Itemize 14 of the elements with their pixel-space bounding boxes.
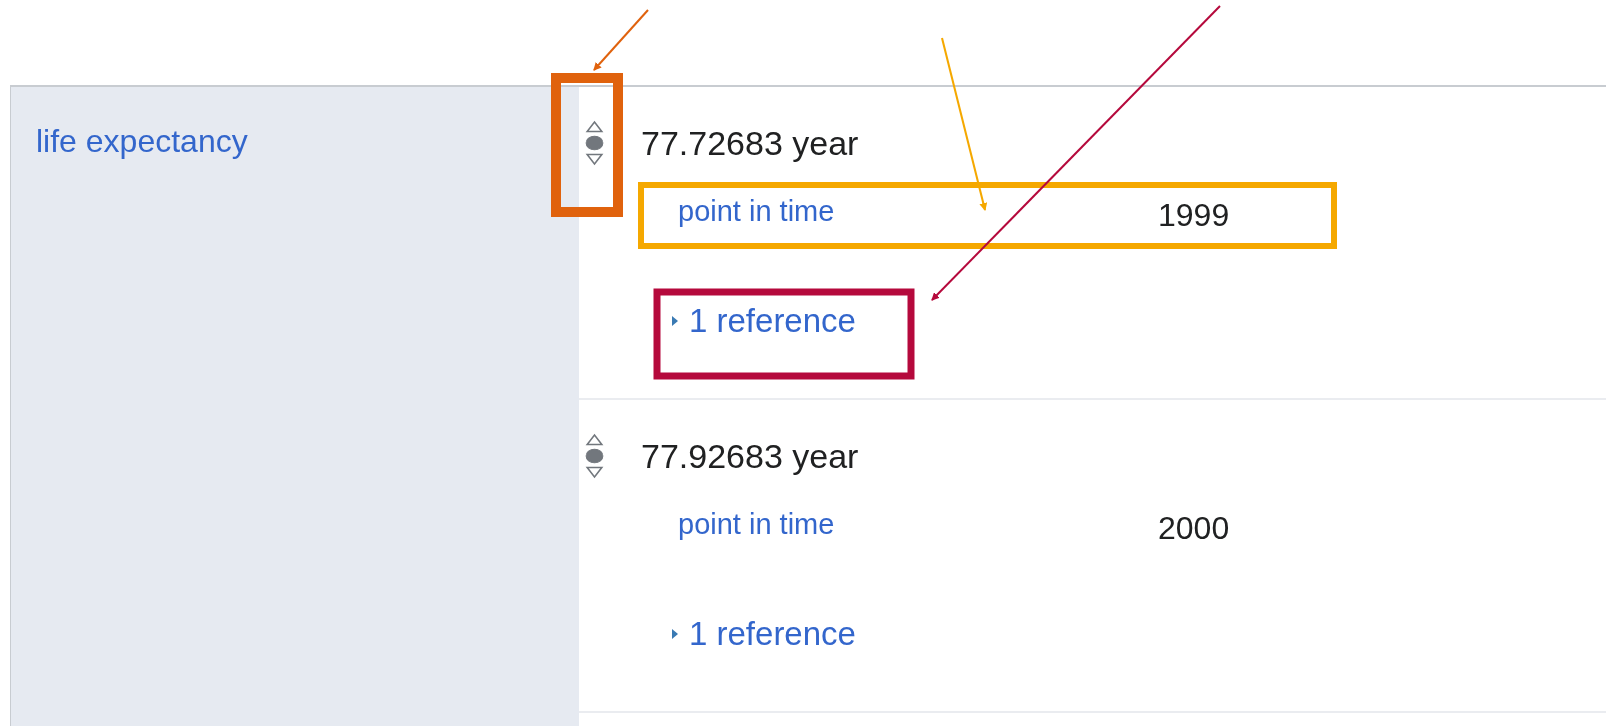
references-toggle[interactable]: 1 reference: [671, 301, 856, 341]
qualifier-link[interactable]: point in time: [678, 191, 1158, 235]
property-link[interactable]: life expectancy: [36, 123, 248, 159]
expand-triangle-icon: [671, 315, 679, 327]
qualifier-link[interactable]: point in time: [678, 504, 1158, 548]
references-toggle[interactable]: 1 reference: [671, 614, 856, 654]
rank-selector-icon[interactable]: [584, 432, 605, 480]
qualifier-value: 1999: [1158, 196, 1230, 235]
pointer-arrow: [593, 9, 649, 71]
statement-value: 77.92683 year: [641, 436, 859, 477]
qualifier-value: 2000: [1158, 509, 1230, 548]
statement-value: 77.72683 year: [641, 123, 859, 164]
expand-triangle-icon: [671, 628, 679, 640]
rank-selector-icon[interactable]: [584, 119, 605, 167]
